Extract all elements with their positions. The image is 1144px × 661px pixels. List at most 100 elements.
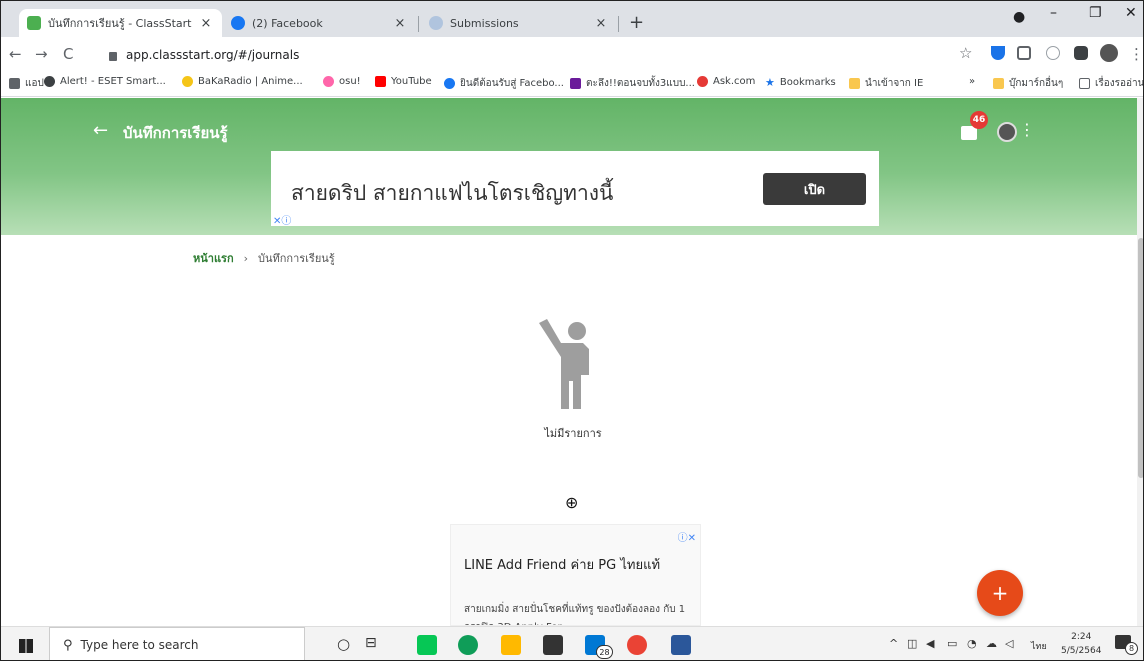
volume-mute-icon[interactable]: ◁ xyxy=(1005,637,1013,650)
wifi-icon[interactable]: ◔ xyxy=(967,637,977,650)
edge-icon[interactable] xyxy=(458,635,478,655)
apps-grid-icon xyxy=(9,78,20,89)
avatar[interactable] xyxy=(997,122,1017,142)
speaker-icon[interactable]: ◀ xyxy=(926,637,934,650)
facebook-favicon-icon xyxy=(231,16,245,30)
line-app-icon[interactable] xyxy=(417,635,437,655)
puzzle-icon[interactable] xyxy=(1074,46,1088,60)
bookmark-reading-list[interactable]: เรื่องรออ่าน xyxy=(1079,76,1144,91)
windows-start-icon[interactable] xyxy=(19,639,33,653)
reading-list-icon xyxy=(1079,78,1090,89)
ad-banner[interactable]: สายดริป สายกาแฟไนโตรเชิญทางนี้ เปิด ✕ⓘ xyxy=(271,151,879,227)
more-menu-icon[interactable]: ⋮ xyxy=(1019,120,1035,139)
breadcrumb-current: บันทึกการเรียนรู้ xyxy=(258,252,335,265)
minimize-icon[interactable]: – xyxy=(1050,5,1057,21)
clock-time: 2:24 xyxy=(1071,632,1092,642)
taskbar-search-input[interactable]: ⚲ Type here to search xyxy=(49,627,305,660)
store-icon[interactable] xyxy=(543,635,563,655)
bookmark-dailymotion[interactable]: ตะลึง!!ตอนจบทั้ง3แบบ... xyxy=(570,76,695,91)
bookmark-label: YouTube xyxy=(391,76,432,87)
tab-title: (2) Facebook xyxy=(252,16,323,30)
ad-text: สายดริป สายกาแฟไนโตรเชิญทางนี้ xyxy=(291,181,614,205)
shield-extension-icon[interactable] xyxy=(991,46,1005,60)
bookmark-label: Alert! - ESET Smart... xyxy=(60,76,166,87)
browser-toolbar: ← → C app.classstart.org/#/journals ☆ ⋮ xyxy=(1,37,1143,71)
mail-badge: 28 xyxy=(596,645,613,659)
bookmark-label: นำเข้าจาก IE xyxy=(865,78,924,89)
url-text[interactable]: app.classstart.org/#/journals xyxy=(126,48,299,62)
notification-badge: 46 xyxy=(970,111,988,129)
add-journal-button[interactable]: + xyxy=(977,570,1023,616)
tab-close-icon[interactable]: × xyxy=(593,16,609,31)
bookmark-ask[interactable]: Ask.com xyxy=(697,76,755,87)
osu-icon xyxy=(323,76,334,87)
ad-open-button[interactable]: เปิด xyxy=(763,173,866,205)
bookmark-bakaradio[interactable]: BaKaRadio | Anime... xyxy=(182,76,303,87)
tab-submissions[interactable]: Submissions × xyxy=(421,9,617,37)
page-scrollbar[interactable] xyxy=(1137,98,1143,626)
address-bar[interactable]: app.classstart.org/#/journals xyxy=(109,43,947,67)
chrome-icon[interactable] xyxy=(627,635,647,655)
scrollbar-thumb[interactable] xyxy=(1138,238,1143,478)
tab-close-icon[interactable]: × xyxy=(392,16,408,31)
bookmark-apps[interactable]: แอป xyxy=(9,76,44,91)
windows-taskbar: ⚲ Type here to search ○ ⊟ 28 ^ ◫ ◀ ▭ ◔ ☁… xyxy=(1,626,1143,660)
bookmark-import-ie[interactable]: นำเข้าจาก IE xyxy=(849,76,923,91)
back-icon[interactable]: ← xyxy=(9,45,22,63)
person-raising-hand-icon xyxy=(539,319,589,409)
battery-icon[interactable]: ▭ xyxy=(947,637,957,650)
ad-choices-icon[interactable]: ✕ⓘ xyxy=(273,212,291,227)
tab-classstart[interactable]: บันทึกการเรียนรู้ - ClassStart × xyxy=(19,9,222,37)
bookmark-bookmarks[interactable]: ★ Bookmarks xyxy=(765,76,836,89)
star-icon[interactable]: ☆ xyxy=(959,44,972,62)
tab-close-icon[interactable]: × xyxy=(198,16,214,31)
tab-strip: บันทึกการเรียนรู้ - ClassStart × (2) Fac… xyxy=(1,1,1143,37)
profile-avatar-icon[interactable] xyxy=(1100,44,1118,62)
input-language[interactable]: ไทย xyxy=(1031,639,1047,653)
eset-icon xyxy=(44,76,55,87)
extension-icon[interactable] xyxy=(1017,46,1031,60)
restore-icon[interactable]: ❐ xyxy=(1089,5,1102,21)
new-tab-button[interactable]: + xyxy=(629,14,644,32)
breadcrumb: หน้าแรก › บันทึกการเรียนรู้ xyxy=(193,249,335,267)
show-hidden-icons[interactable]: ^ xyxy=(889,637,898,650)
bookmark-facebook[interactable]: ยินดีต้อนรับสู่ Facebo... xyxy=(444,76,564,91)
bookmark-other[interactable]: บุ๊กมาร์กอื่นๆ xyxy=(993,76,1063,91)
task-view-icon[interactable]: ⊟ xyxy=(365,635,377,651)
bookmarks-overflow[interactable]: » xyxy=(969,76,975,87)
reload-icon[interactable]: C xyxy=(63,45,73,63)
ad-card[interactable]: ⓘ✕ LINE Add Friend ค่าย PG ไทยแท้ สายเกม… xyxy=(450,524,701,626)
forward-icon[interactable]: → xyxy=(35,45,48,63)
cortana-icon[interactable]: ○ xyxy=(337,635,350,653)
dailymotion-icon xyxy=(570,78,581,89)
bookmark-eset[interactable]: Alert! - ESET Smart... xyxy=(44,76,166,87)
bookmark-label: BaKaRadio | Anime... xyxy=(198,76,303,87)
globe-icon[interactable]: ⊕ xyxy=(565,493,578,512)
empty-state-label: ไม่มีรายการ xyxy=(544,427,602,440)
facebook-icon xyxy=(444,78,455,89)
profile-dot-icon[interactable]: ● xyxy=(1013,9,1025,25)
tab-divider xyxy=(618,16,619,32)
bookmark-label: บุ๊กมาร์กอื่นๆ xyxy=(1009,78,1064,89)
back-arrow-icon[interactable]: ← xyxy=(93,120,108,141)
onedrive-icon[interactable]: ☁ xyxy=(986,637,997,650)
file-explorer-icon[interactable] xyxy=(501,635,521,655)
word-icon[interactable] xyxy=(671,635,691,655)
system-clock[interactable]: 2:24 5/5/2564 xyxy=(1061,630,1101,658)
breadcrumb-home-link[interactable]: หน้าแรก xyxy=(193,249,234,267)
extension-icon[interactable] xyxy=(1046,46,1060,60)
chevron-right-icon: » xyxy=(969,76,976,87)
meet-now-icon[interactable]: ◫ xyxy=(907,637,917,650)
bookmark-osu[interactable]: osu! xyxy=(323,76,361,87)
bakaradio-icon xyxy=(182,76,193,87)
bookmark-youtube[interactable]: YouTube xyxy=(375,76,432,87)
ad-choices-icon[interactable]: ⓘ✕ xyxy=(678,529,696,544)
ad-description: สายเกมมิ่ง สายปั่นโชคที่แท้ทรู ของปังต้อ… xyxy=(464,604,686,625)
close-window-icon[interactable]: ✕ xyxy=(1125,5,1137,21)
menu-dots-icon[interactable]: ⋮ xyxy=(1129,45,1143,63)
bookmark-label: เรื่องรออ่าน xyxy=(1095,78,1144,89)
tab-facebook[interactable]: (2) Facebook × xyxy=(223,9,416,37)
search-icon: ⚲ xyxy=(63,637,73,653)
lock-icon xyxy=(109,51,117,61)
bookmark-label: ตะลึง!!ตอนจบทั้ง3แบบ... xyxy=(586,78,695,89)
